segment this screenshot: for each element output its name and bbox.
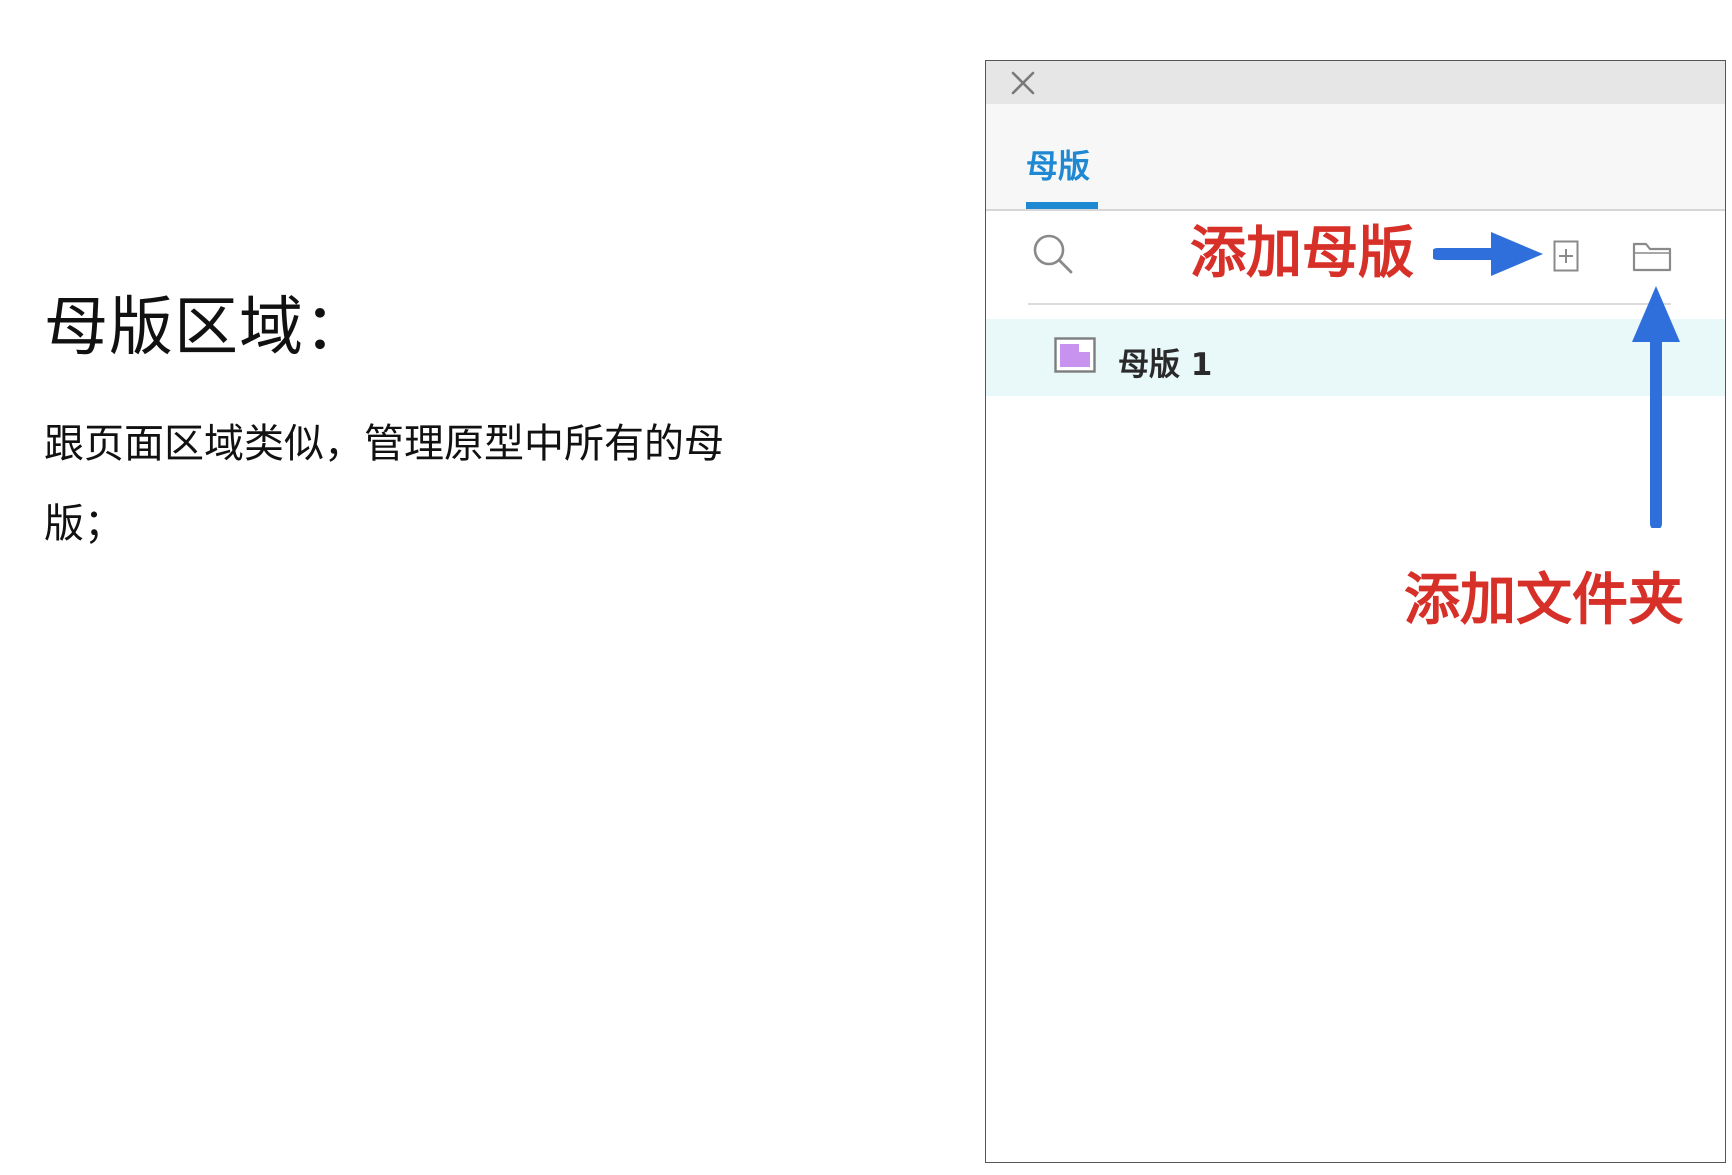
page-title: 母版区域： — [44, 291, 369, 365]
arrow-up-icon — [1632, 286, 1680, 528]
folder-icon[interactable] — [1632, 240, 1672, 272]
tab-masters-label: 母版 — [1026, 147, 1091, 185]
master-page-icon — [1054, 337, 1096, 373]
panel-tabs: 母版 — [986, 104, 1725, 211]
page-description: 跟页面区域类似，管理原型中所有的母版； — [44, 421, 724, 547]
search-icon[interactable] — [1032, 233, 1076, 277]
toolbar-divider — [1028, 303, 1671, 305]
arrow-right-icon — [1433, 232, 1543, 276]
annotation-add-master: 添加母版 — [1190, 221, 1414, 286]
tab-masters[interactable]: 母版 — [1026, 104, 1098, 209]
annotation-add-folder: 添加文件夹 — [1404, 568, 1684, 633]
tab-active-indicator — [1026, 202, 1098, 209]
close-icon[interactable] — [1008, 68, 1038, 98]
master-name: 母版 1 — [1118, 347, 1213, 383]
panel-titlebar — [986, 61, 1725, 104]
add-master-icon[interactable] — [1553, 240, 1579, 272]
list-item[interactable]: 母版 1 — [986, 319, 1725, 396]
